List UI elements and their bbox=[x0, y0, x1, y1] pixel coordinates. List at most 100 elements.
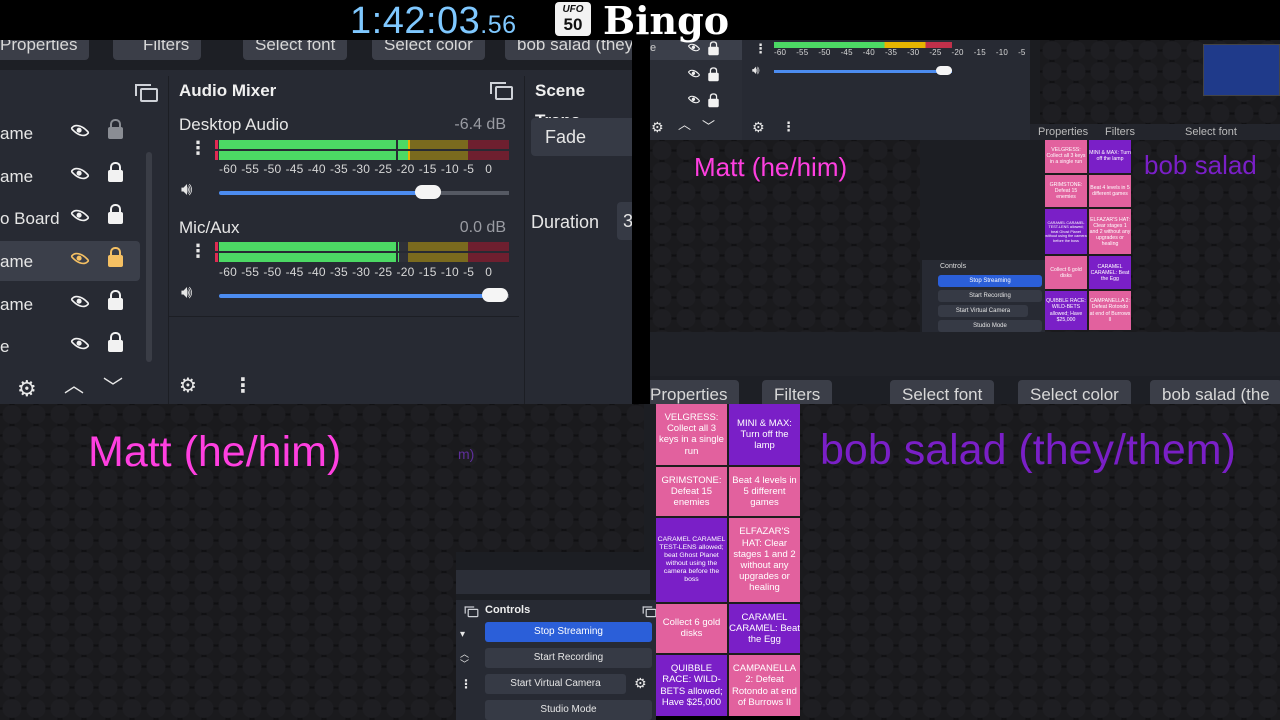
eye-icon[interactable] bbox=[70, 163, 90, 184]
move-up-icon[interactable]: ︿ bbox=[64, 376, 84, 396]
player-right-name-small: bob salad bbox=[1144, 150, 1257, 180]
transition-select[interactable]: Fade bbox=[531, 118, 632, 156]
studio-mode-button[interactable]: Studio Mode bbox=[485, 700, 652, 720]
source-row[interactable]: e bbox=[0, 326, 140, 366]
scale-tick: -20 bbox=[951, 48, 964, 57]
filters-button[interactable]: Filters bbox=[113, 40, 202, 60]
meter-peak bbox=[395, 242, 398, 251]
sources-scrollbar[interactable] bbox=[146, 152, 152, 362]
source-row[interactable]: ame bbox=[0, 284, 140, 324]
start-virtual-camera-button[interactable]: Start Virtual Camera bbox=[485, 674, 626, 694]
eye-icon[interactable] bbox=[70, 291, 90, 312]
scale-tick: -30 bbox=[352, 162, 371, 176]
lock-icon[interactable] bbox=[108, 162, 123, 182]
scale-tick: -5 bbox=[1018, 48, 1026, 57]
advanced-audio-icon[interactable]: ⚙ bbox=[179, 376, 197, 396]
speaker-icon[interactable]: 🔊︎ bbox=[181, 180, 192, 198]
select-color-button[interactable]: Select color bbox=[372, 40, 485, 60]
channel-menu-icon[interactable]: ⋮ bbox=[189, 138, 207, 159]
nested-studio-mode: Studio Mode bbox=[938, 320, 1042, 332]
obs-window: Properties Filters Select font Select co… bbox=[0, 40, 632, 404]
source-name: ame bbox=[0, 252, 34, 271]
source-name: o Board bbox=[0, 209, 60, 228]
channel-menu-icon[interactable]: ⋮ bbox=[189, 241, 207, 262]
level-meter bbox=[215, 140, 509, 149]
source-row[interactable]: o Board bbox=[0, 198, 140, 238]
gear-icon[interactable]: ⚙ bbox=[17, 378, 37, 400]
move-down-icon[interactable]: ﹀ bbox=[460, 660, 469, 669]
source-name: ame bbox=[0, 295, 34, 314]
channel-db: 0.0 dB bbox=[459, 219, 506, 236]
center-obs-sliver: m) Controls ▾ ︿ ﹀ ⋮ Stop Streaming Start… bbox=[456, 404, 656, 720]
bingo-cell: GRIMSTONE: Defeat 15 enemies bbox=[1045, 174, 1087, 208]
mixer-menu-icon[interactable]: ⋮ bbox=[233, 376, 253, 396]
eye-icon[interactable] bbox=[70, 333, 90, 354]
bingo-cell: Collect 6 gold disks bbox=[1045, 256, 1087, 290]
meter-peak bbox=[395, 140, 398, 149]
source-row[interactable]: ame bbox=[0, 113, 140, 153]
bingo-cell: MINI & MAX: Turn off the lamp bbox=[1089, 140, 1131, 173]
scale-tick: -35 bbox=[329, 265, 348, 279]
center-preview: m) bbox=[456, 404, 644, 552]
start-recording-button[interactable]: Start Recording bbox=[485, 648, 652, 668]
nested-controls: Controls Stop Streaming Start Recording … bbox=[922, 260, 1045, 332]
mini-sources: e ⚙ ︿ ﹀ bbox=[650, 40, 742, 140]
nested-toolbar-area: Properties Filters Select font Select co… bbox=[650, 332, 1280, 404]
eye-icon[interactable] bbox=[70, 120, 90, 141]
lock-icon bbox=[708, 67, 719, 82]
undock-icon[interactable] bbox=[642, 606, 656, 618]
move-up-icon: ︿ bbox=[678, 117, 692, 132]
meter-lead bbox=[215, 253, 218, 262]
bingo-cell: ELFAZAR'S HAT: Clear stages 1 and 2 with… bbox=[729, 518, 800, 602]
sources-footer: ⚙ ︿ ﹀ bbox=[0, 374, 150, 404]
mini-obs-window: e ⚙ ︿ ﹀ ⋮ -60 -55 -50 -45 -40 -35 -30 -25 -20 -15… bbox=[650, 40, 1045, 140]
bingo-cell: CAMPANELLA 2: Defeat Rotondo at end of B… bbox=[729, 655, 800, 716]
scale-tick: -25 bbox=[374, 162, 393, 176]
eye-icon[interactable] bbox=[70, 248, 90, 269]
select-color-button: Select color bbox=[1018, 380, 1131, 404]
stop-streaming-button[interactable]: Stop Streaming bbox=[485, 622, 652, 642]
scale-tick: -50 bbox=[263, 265, 282, 279]
duration-label: Duration bbox=[531, 212, 600, 232]
source-row-selected[interactable]: ame bbox=[0, 241, 140, 281]
unlock-icon[interactable] bbox=[108, 119, 123, 139]
properties-button[interactable]: Properties bbox=[0, 40, 90, 60]
text-source-button[interactable]: bob salad (they bbox=[505, 40, 632, 60]
scale-tick: -50 bbox=[263, 162, 282, 176]
volume-slider[interactable] bbox=[219, 288, 509, 302]
slider-knob[interactable] bbox=[481, 288, 508, 302]
lock-icon[interactable] bbox=[108, 204, 123, 224]
speaker-icon[interactable]: 🔊︎ bbox=[181, 283, 192, 301]
meter-lead bbox=[215, 140, 218, 149]
select-font-button[interactable]: Select font bbox=[243, 40, 348, 60]
nested-start-recording: Start Recording bbox=[938, 290, 1042, 302]
gear-icon[interactable]: ⚙ bbox=[634, 676, 647, 690]
meter-fill bbox=[219, 151, 408, 160]
undock-icon[interactable] bbox=[464, 606, 479, 618]
slider-knob[interactable] bbox=[414, 185, 441, 199]
duration-input[interactable]: 3 bbox=[617, 202, 632, 240]
select-font-button: Select font bbox=[890, 380, 995, 404]
bingo-cell: GRIMSTONE: Defeat 15 enemies bbox=[656, 466, 727, 517]
volume-slider[interactable] bbox=[219, 185, 509, 199]
channel-menu-icon: ⋮ bbox=[754, 41, 767, 56]
undock-icon[interactable] bbox=[135, 84, 158, 102]
eye-icon[interactable] bbox=[70, 205, 90, 226]
move-down-icon[interactable]: ﹀ bbox=[103, 378, 123, 398]
dropdown-icon[interactable]: ▾ bbox=[460, 630, 465, 640]
lock-icon[interactable] bbox=[108, 332, 123, 352]
mini-toolbar-label: Select font bbox=[1185, 126, 1237, 138]
scale-tick: -15 bbox=[418, 162, 437, 176]
bingo-card: VELGRESS: Collect all 3 keys in a single… bbox=[656, 404, 800, 716]
channel-name: Mic/Aux bbox=[179, 218, 240, 237]
lock-icon[interactable] bbox=[108, 247, 123, 267]
ghost-name: m) bbox=[458, 446, 475, 462]
bingo-cell: Collect 6 gold disks bbox=[656, 603, 727, 654]
gear-icon: ⚙ bbox=[752, 119, 765, 135]
kebab-icon[interactable]: ⋮ bbox=[460, 678, 472, 690]
source-row[interactable]: ame bbox=[0, 156, 140, 196]
undock-icon[interactable] bbox=[490, 82, 513, 100]
divider bbox=[169, 316, 519, 317]
lock-icon[interactable] bbox=[108, 290, 123, 310]
move-up-icon[interactable]: ︿ bbox=[460, 650, 469, 659]
